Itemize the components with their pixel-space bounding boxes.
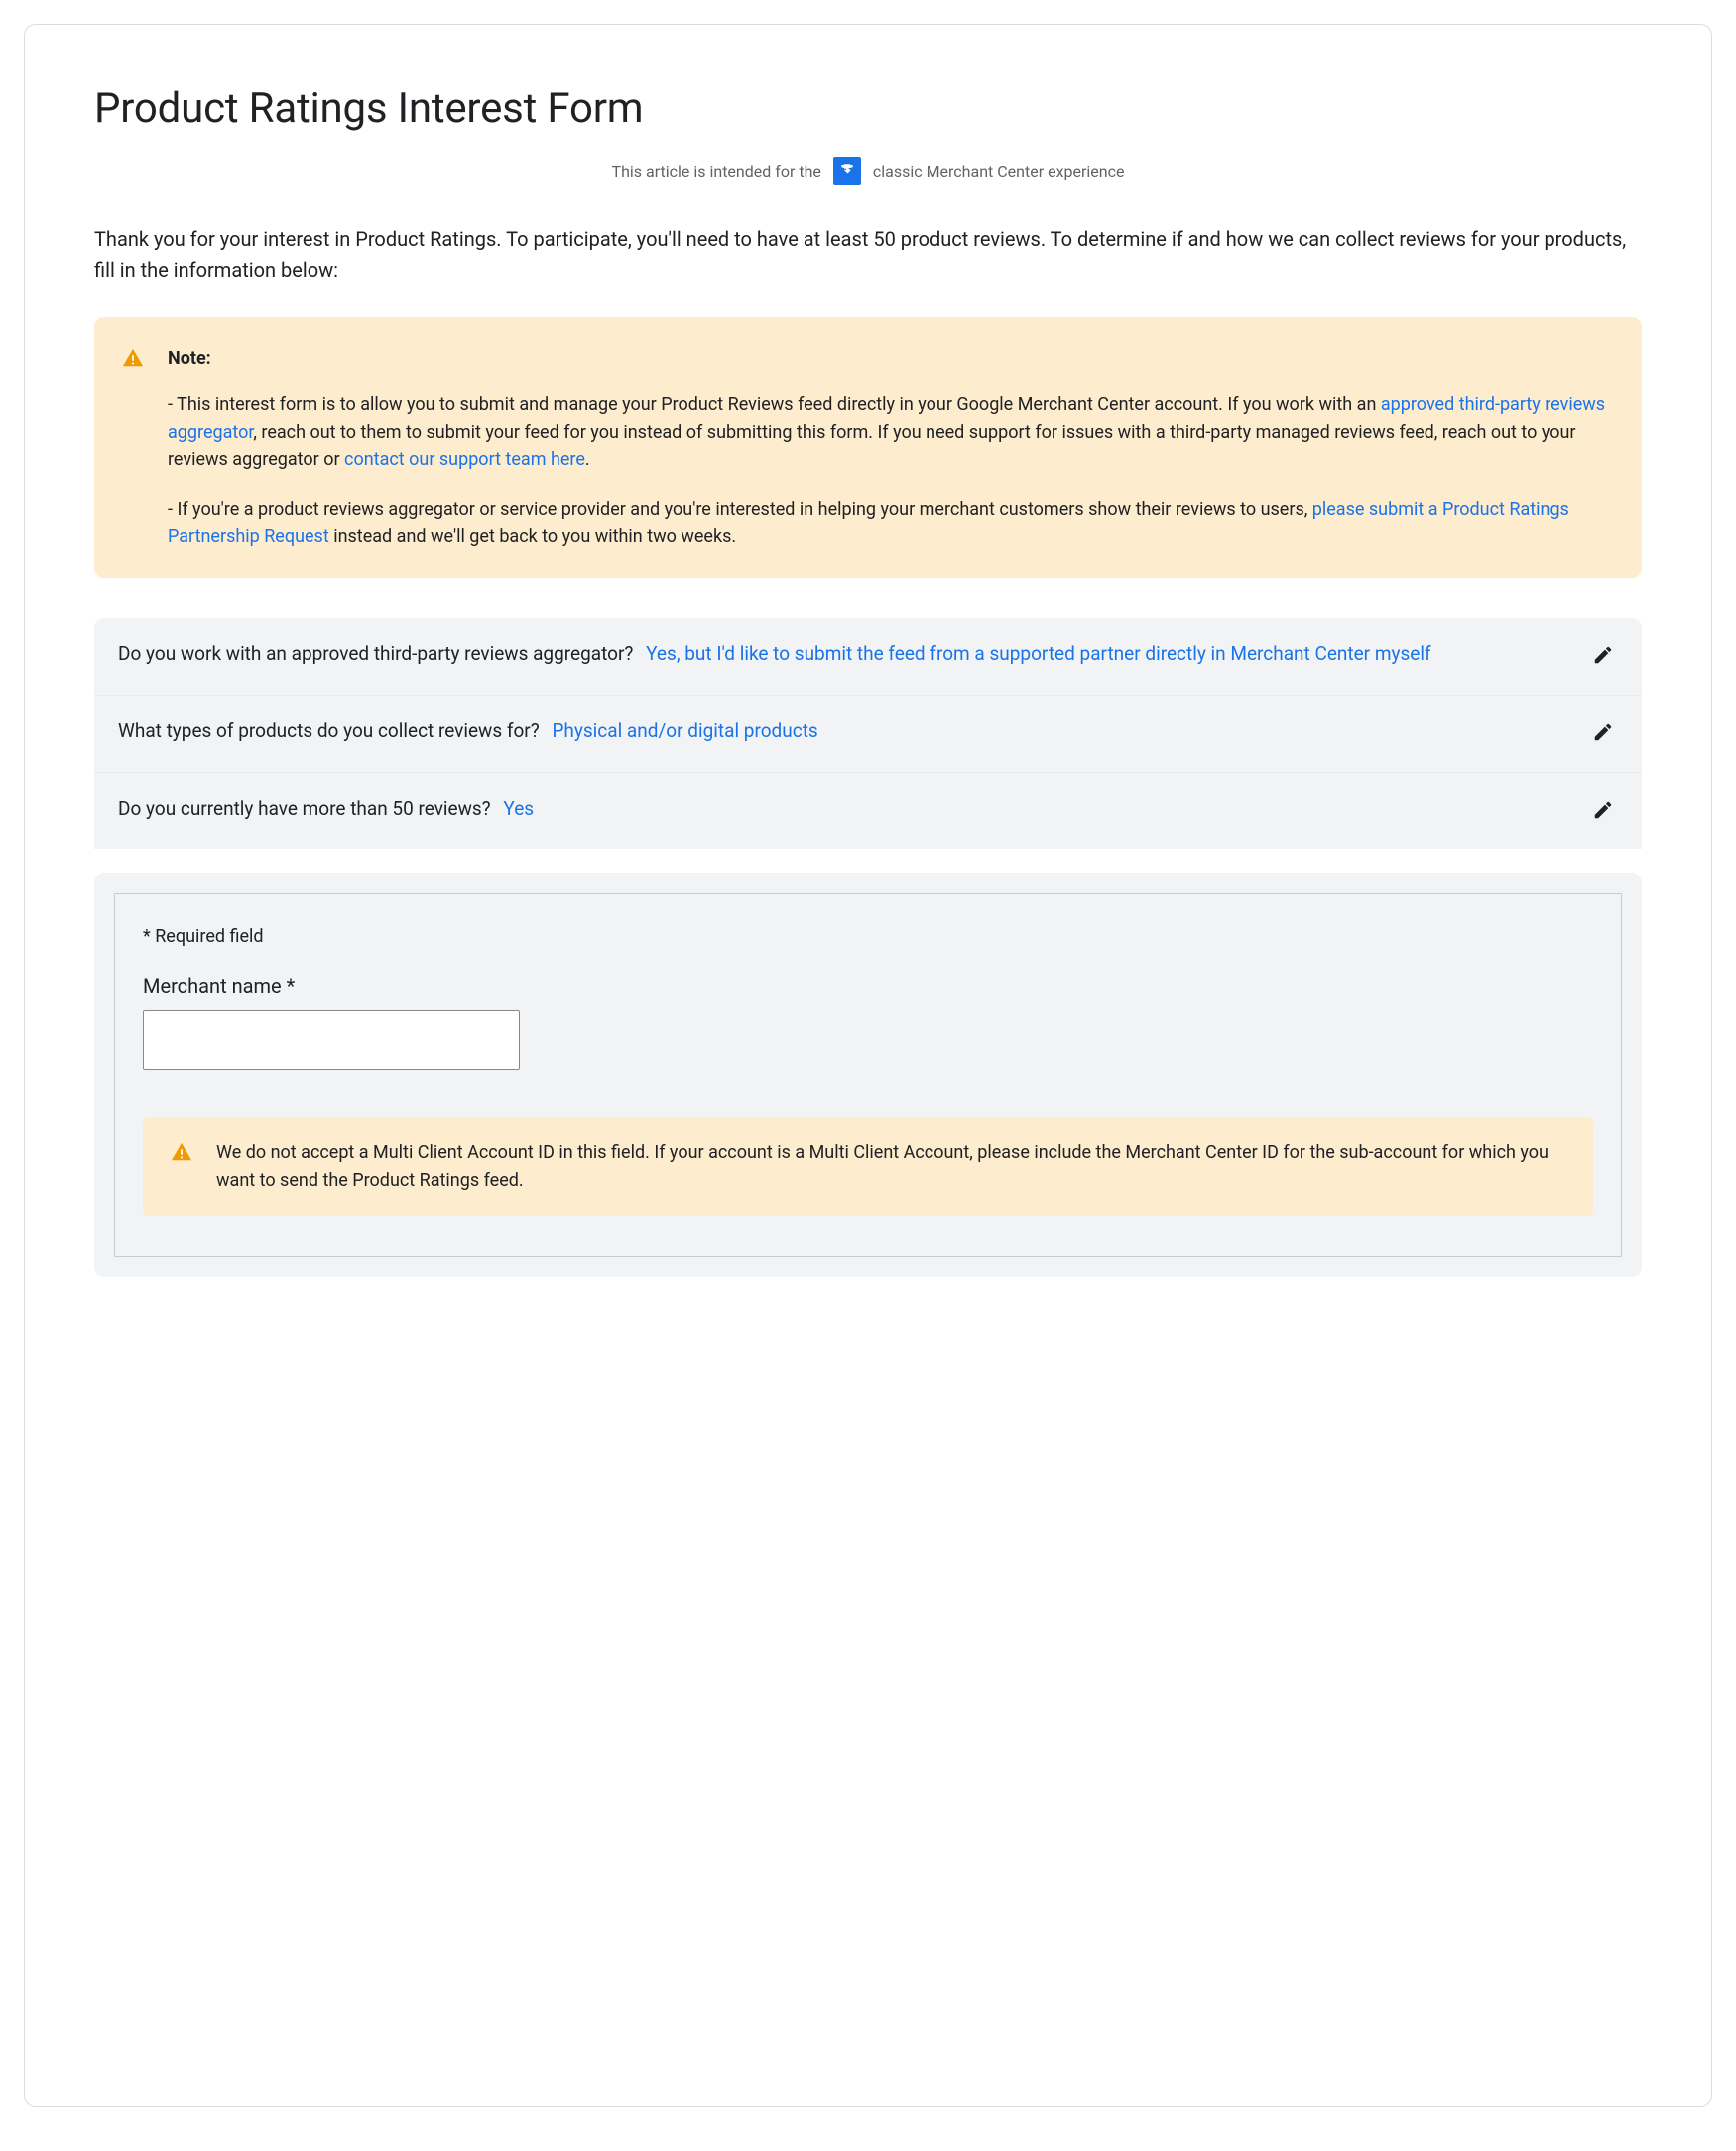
merchant-name-label: Merchant name * xyxy=(143,974,1593,998)
mca-warning-box: We do not accept a Multi Client Account … xyxy=(143,1117,1593,1216)
edit-button[interactable] xyxy=(1588,717,1618,750)
pencil-icon xyxy=(1592,731,1614,746)
subtitle-row: This article is intended for the xyxy=(94,157,1642,185)
edit-button[interactable] xyxy=(1588,640,1618,673)
summary-question: Do you currently have more than 50 revie… xyxy=(118,797,491,820)
note-box: Note: - This interest form is to allow y… xyxy=(94,317,1642,578)
pencil-icon xyxy=(1592,809,1614,823)
mca-warning-text: We do not accept a Multi Client Account … xyxy=(216,1142,1549,1191)
note-title: Note: xyxy=(168,345,1610,373)
merchant-center-icon xyxy=(833,157,861,185)
summary-row-product-types: What types of products do you collect re… xyxy=(94,696,1642,773)
warning-icon xyxy=(171,1141,192,1195)
page-title: Product Ratings Interest Form xyxy=(94,84,1642,133)
summary-row-review-count: Do you currently have more than 50 revie… xyxy=(94,773,1642,849)
intro-paragraph: Thank you for your interest in Product R… xyxy=(94,224,1642,286)
summary-answer: Physical and/or digital products xyxy=(552,719,817,742)
warning-icon xyxy=(122,347,144,551)
support-link[interactable]: contact our support team here xyxy=(344,449,585,470)
article-card: Product Ratings Interest Form This artic… xyxy=(24,24,1712,2107)
merchant-name-input[interactable] xyxy=(143,1010,520,1070)
required-field-hint: * Required field xyxy=(143,926,1593,947)
form-panel: * Required field Merchant name * We do n… xyxy=(94,873,1642,1277)
summary-row-aggregator: Do you work with an approved third-party… xyxy=(94,618,1642,696)
note-paragraph-1: - This interest form is to allow you to … xyxy=(168,391,1610,474)
subtitle-before: This article is intended for the xyxy=(612,162,821,181)
summary-answer: Yes, but I'd like to submit the feed fro… xyxy=(646,642,1430,665)
subtitle-after: classic Merchant Center experience xyxy=(873,162,1125,181)
note-paragraph-2: - If you're a product reviews aggregator… xyxy=(168,496,1610,552)
form-inner: * Required field Merchant name * We do n… xyxy=(114,893,1622,1257)
answers-summary: Do you work with an approved third-party… xyxy=(94,618,1642,849)
pencil-icon xyxy=(1592,654,1614,669)
summary-answer: Yes xyxy=(503,797,534,820)
summary-question: What types of products do you collect re… xyxy=(118,719,540,742)
edit-button[interactable] xyxy=(1588,795,1618,827)
summary-question: Do you work with an approved third-party… xyxy=(118,642,633,665)
